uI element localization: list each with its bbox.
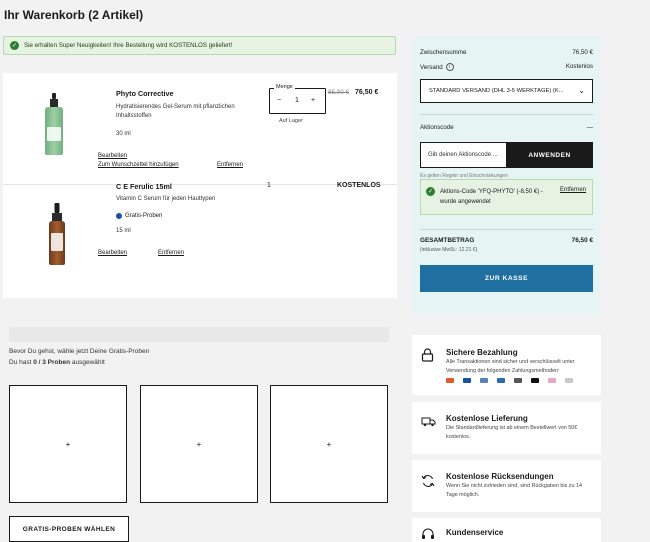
applied-promo-text: Aktions-Code 'YFQ-PHYTO' (-8,50 €) - wur… [440,189,543,205]
quantity-value[interactable]: 1 [295,97,299,104]
check-icon: ✓ [10,41,19,50]
free-returns-card: Kostenlose Rücksendungen Wenn Sie nicht … [412,460,601,512]
product-name[interactable]: Phyto Corrective [116,89,174,98]
samples-intro: Bevor Du gehst, wähle jetzt Deine Gratis… [9,348,150,355]
product-name[interactable]: C E Ferulic 15ml [116,182,172,191]
customer-service-card: Kundenservice [412,518,601,542]
edit-link[interactable]: Bearbeiten [98,250,127,256]
remove-link[interactable]: Entfernen [158,250,184,256]
feature-title: Kostenlose Rücksendungen [446,472,554,481]
returns-icon [421,475,435,487]
giropay-icon [514,378,522,383]
payment-methods [446,378,573,383]
feature-description: Wenn Sie nicht zufrieden sind, sind Rück… [446,483,582,498]
promo-label: Aktionscode [420,124,454,131]
original-price: 85,00 € [328,89,350,96]
free-delivery-card: Kostenlose Lieferung Die Standardlieferu… [412,402,601,454]
sample-slot[interactable]: + [140,385,258,503]
mastercard-icon [446,378,454,383]
applied-promo: ✓ Aktions-Code 'YFQ-PHYTO' (-8,50 €) - w… [420,179,593,215]
samples-count-suffix: ausgewählt [70,359,105,366]
checkout-button[interactable]: ZUR KASSE [420,265,593,292]
secure-payment-card: Sichere Bezahlung Alle Transaktionen sin… [412,335,601,395]
product-size: 30 ml [116,131,131,137]
summary-divider [420,229,593,230]
remove-promo-link[interactable]: Entfernen [560,187,586,193]
lock-icon [421,348,434,362]
sample-slot[interactable]: + [270,385,388,503]
stock-status: Auf Lager [279,118,303,124]
visa-icon [463,378,471,383]
quantity-value: 1 [267,182,271,189]
notice-text: Sie erhalten Super Neuigkeiten! Ihre Bes… [24,42,233,49]
add-to-wishlist-link[interactable]: Zum Wunschzettel hinzufügen [98,162,179,168]
add-icon: + [65,439,71,449]
quantity-increase-button[interactable]: + [311,97,315,104]
quantity-label: Menge [274,84,295,90]
gift-badge: Gratis-Proben [116,213,162,219]
add-icon: + [326,439,332,449]
feature-title: Kundenservice [446,528,504,537]
promo-toggle[interactable]: Aktionscode — [420,124,593,131]
total-label: GESAMTBETRAG [420,237,475,244]
quantity-decrease-button[interactable]: − [277,97,281,104]
chevron-down-icon: ⌄ [578,86,585,95]
product-image-ferulic [49,203,65,265]
shipping-label: Versand [420,63,443,71]
truck-icon [421,417,436,427]
total-row: GESAMTBETRAG 76,50 € [420,237,593,244]
samples-header-bar [9,327,389,342]
samples-count-prefix: Du hast [9,359,34,366]
gift-badge-label: Gratis-Proben [125,213,163,219]
feature-title: Sichere Bezahlung [446,348,518,357]
vat-note: (inklusive MwSt.: 12,21 €) [420,247,478,253]
shipping-row: Versand i Kostenlos [420,63,593,71]
info-icon[interactable]: i [445,63,454,71]
total-value: 76,50 € [571,237,593,244]
feature-description: Die Standardlieferung ist ab einem Beste… [446,425,578,440]
product-size: 15 ml [116,228,131,234]
product-description: Hydratisierendes Gel-Serum mit pflanzlic… [116,104,235,119]
subtotal-label: Zwischensumme [420,49,467,56]
free-shipping-notice: ✓ Sie erhalten Super Neuigkeiten! Ihre B… [3,36,396,55]
gift-dot-icon [116,213,122,219]
shipping-method-value: STANDARD VERSAND (DHL 3-5 WERKTAGE) (K..… [429,88,564,94]
cart-items: Phyto Corrective Hydratisierendes Gel-Se… [3,73,397,298]
feature-description: Alle Transaktionen sind sicher und versc… [446,359,575,374]
product-description: Vitamin C Serum für jeden Hauttypen [116,196,216,202]
applepay-icon [531,378,539,383]
paypal-icon [497,378,505,383]
quantity-stepper[interactable]: Menge − 1 + [269,84,326,114]
edit-link[interactable]: Bearbeiten [98,153,127,159]
cart-item: Phyto Corrective Hydratisierendes Gel-Se… [3,73,397,183]
summary-divider [420,114,593,115]
collapse-icon[interactable]: — [587,124,593,131]
cart-item: C E Ferulic 15ml Vitamin C Serum für jed… [3,182,397,298]
klarna-icon [548,378,556,383]
subtotal-value: 76,50 € [572,49,593,56]
choose-samples-button[interactable]: GRATIS-PROBEN WÄHLEN [9,516,129,542]
add-icon: + [196,439,202,449]
subtotal-row: Zwischensumme 76,50 € [420,49,593,56]
amex-icon [480,378,488,383]
order-summary: Zwischensumme 76,50 € Versand i Kostenlo… [412,36,601,314]
shipping-value: Kostenlos [565,63,593,70]
page-title: Ihr Warenkorb (2 Artikel) [4,8,144,22]
apply-promo-button[interactable]: ANWENDEN [506,142,593,168]
shipping-method-select[interactable]: STANDARD VERSAND (DHL 3-5 WERKTAGE) (K..… [420,79,593,103]
sale-price: 76,50 € [355,89,379,96]
samples-count-value: 0 / 3 Proben [33,359,71,366]
item-price: KOSTENLOS [337,182,381,189]
promo-code-input[interactable]: Gib deinen Aktionscode ... [420,142,507,168]
sofort-icon [565,378,573,383]
samples-count: Du hast 0 / 3 Proben ausgewählt [9,359,105,366]
product-image-phyto [45,93,63,155]
remove-link[interactable]: Entfernen [217,162,243,168]
headset-icon [422,528,434,539]
feature-title: Kostenlose Lieferung [446,414,528,423]
sample-slot[interactable]: + [9,385,127,503]
promo-placeholder: Gib deinen Aktionscode ... [428,152,498,158]
check-icon: ✓ [426,187,435,196]
